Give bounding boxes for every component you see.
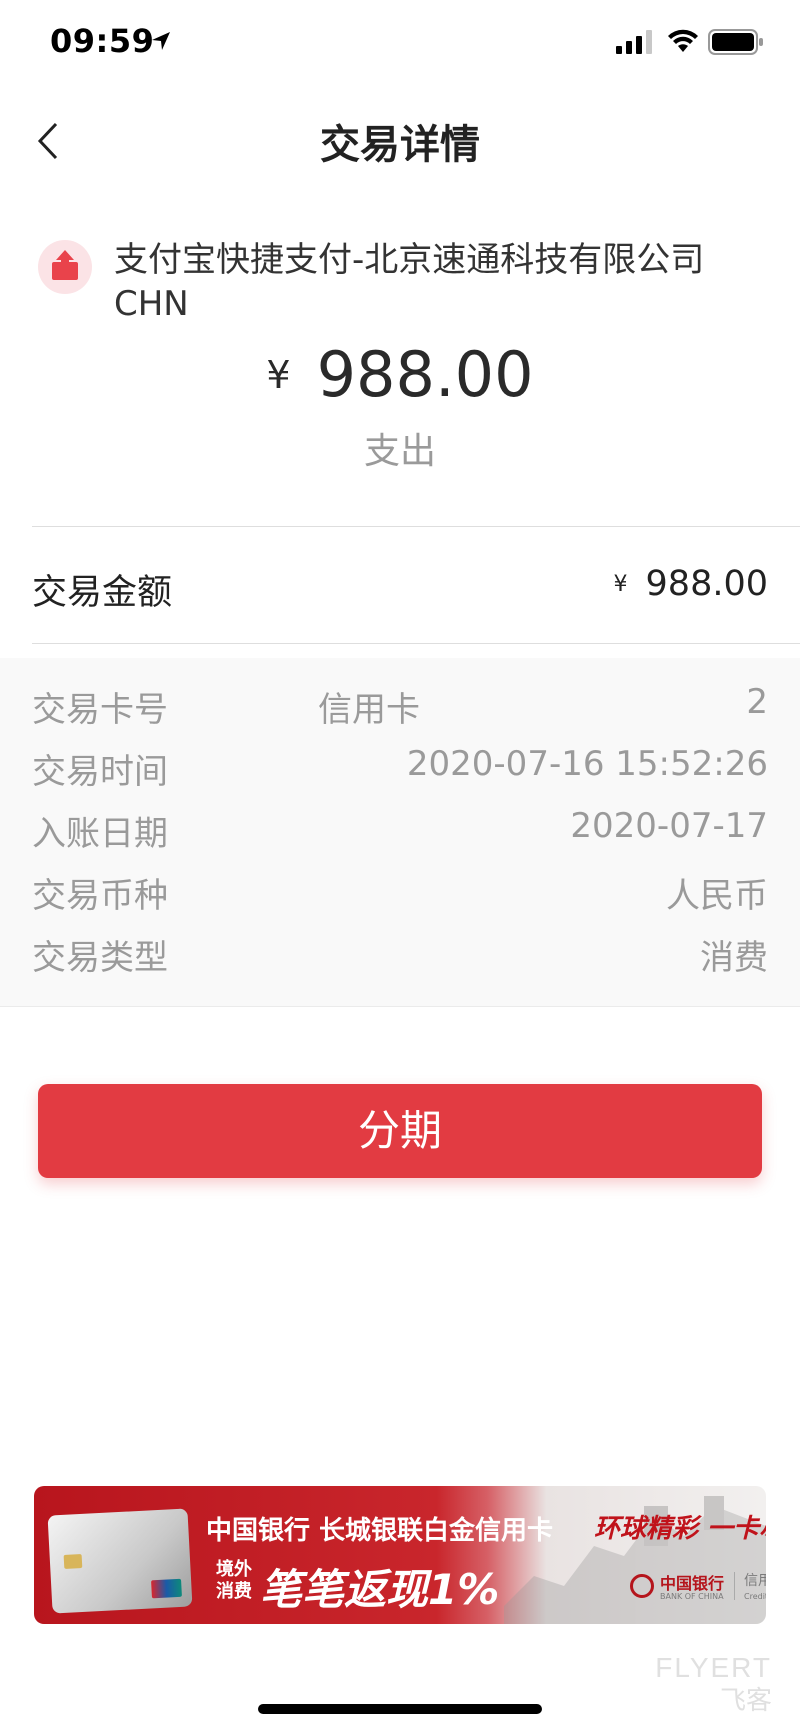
watermark-cn: 飞客 xyxy=(719,1685,772,1715)
banner-tag-line1: 境外 xyxy=(216,1559,252,1580)
detail-value-posting-date: 2020-07-17 xyxy=(570,806,768,846)
summary-value: ¥988.00 xyxy=(614,564,768,604)
details-section: 交易卡号 信用卡 2 交易时间 2020-07-16 15:52:26 入账日期… xyxy=(0,658,800,1006)
status-time: 09:59 xyxy=(50,22,155,60)
battery-icon xyxy=(708,29,763,55)
detail-value-card: 2 xyxy=(746,682,768,722)
page-title: 交易详情 xyxy=(320,122,480,168)
summary-currency-symbol: ¥ xyxy=(613,572,628,597)
banner-tag-line2: 消费 xyxy=(216,1581,252,1602)
detail-label-currency: 交易币种 xyxy=(32,876,168,916)
detail-label-time: 交易时间 xyxy=(32,752,168,792)
merchant-name: 支付宝快捷支付-北京速通科技有限公司 CHN xyxy=(114,238,774,326)
banner-slogan: 环球精彩 一卡尽享 xyxy=(594,1514,766,1544)
detail-label-card: 交易卡号 xyxy=(32,690,168,730)
wifi-icon xyxy=(668,29,698,52)
detail-card-type: 信用卡 xyxy=(318,690,420,730)
banner-title: 中国银行 长城银联白金信用卡 xyxy=(206,1516,554,1546)
amount-display: ¥988.00 xyxy=(0,338,800,411)
detail-value-currency: 人民币 xyxy=(666,876,768,916)
banner-bank-name-cn: 中国银行 xyxy=(660,1574,725,1593)
divider xyxy=(0,1006,800,1007)
card-chip-icon xyxy=(63,1554,83,1569)
banner-card-type-en: Credit Card xyxy=(744,1592,766,1601)
installment-button[interactable]: 分期 xyxy=(38,1084,762,1178)
promo-banner[interactable]: 中国银行 长城银联白金信用卡 境外 消费 笔笔返现1% 环球精彩 一卡尽享 中国… xyxy=(34,1486,766,1624)
detail-label-posting-date: 入账日期 xyxy=(32,814,168,854)
detail-value-type: 消费 xyxy=(700,938,768,978)
detail-label-type: 交易类型 xyxy=(32,938,168,978)
merchant-logo-icon xyxy=(38,240,92,294)
home-indicator[interactable] xyxy=(258,1704,542,1714)
credit-card-image xyxy=(47,1508,193,1614)
unionpay-logo-icon xyxy=(151,1578,182,1599)
merchant-country: CHN xyxy=(114,284,189,324)
great-wall-image xyxy=(504,1496,766,1624)
amount-value: 988.00 xyxy=(316,338,534,411)
cellular-signal-icon xyxy=(616,30,652,54)
banner-separator xyxy=(734,1572,735,1600)
transaction-direction: 支出 xyxy=(363,431,436,472)
detail-value-time: 2020-07-16 15:52:26 xyxy=(406,744,768,784)
location-arrow-icon xyxy=(152,32,170,50)
banner-cashback: 笔笔返现1% xyxy=(260,1565,500,1614)
merchant-name-text: 支付宝快捷支付-北京速通科技有限公司 xyxy=(114,240,705,280)
bank-of-china-logo-icon xyxy=(630,1574,654,1598)
summary-label: 交易金额 xyxy=(32,573,173,613)
currency-symbol: ¥ xyxy=(266,353,291,397)
banner-bank-name-en: BANK OF CHINA xyxy=(660,1592,724,1601)
divider xyxy=(32,526,800,527)
summary-amount: 988.00 xyxy=(645,564,768,604)
banner-card-type-cn: 信用卡 xyxy=(744,1573,766,1589)
watermark: FLYERT 飞客 xyxy=(655,1652,772,1717)
divider xyxy=(32,643,800,644)
